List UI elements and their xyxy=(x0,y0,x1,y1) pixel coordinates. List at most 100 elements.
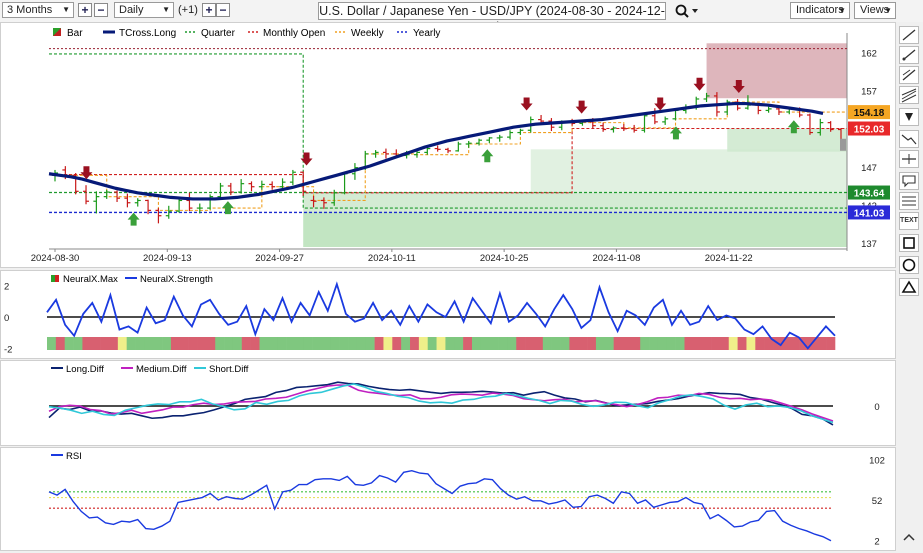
rectangle-tool-button[interactable] xyxy=(899,234,919,252)
neuralx-max-cell xyxy=(401,337,411,350)
neuralx-y-tick: -2 xyxy=(4,344,12,355)
neuralx-max-cell xyxy=(162,337,172,350)
neuralx-max-cell xyxy=(374,337,384,350)
rsi-y-tick: 2 xyxy=(874,537,879,548)
arrow-tool-button[interactable] xyxy=(899,108,919,126)
neuralx-max-strip xyxy=(47,337,836,350)
move-up-button[interactable] xyxy=(902,532,916,545)
callout-tool-button[interactable] xyxy=(899,172,919,190)
price-y-tick: 162 xyxy=(861,48,877,59)
interval-select[interactable]: Daily ▼ xyxy=(114,2,174,18)
triangle-tool-button[interactable] xyxy=(899,278,919,296)
zoom-out-button[interactable]: − xyxy=(94,3,108,17)
neuralx-max-cell xyxy=(259,337,269,350)
buy-arrow xyxy=(481,149,494,163)
neuralx-max-cell xyxy=(410,337,420,350)
trend-tool-button[interactable] xyxy=(899,66,919,84)
neuralx-max-cell xyxy=(480,337,490,350)
neuralx-max-cell xyxy=(179,337,189,350)
yearly-price-badge-label: 141.03 xyxy=(854,208,885,219)
neuralx-max-cell xyxy=(817,337,827,350)
ellipse-icon xyxy=(902,258,916,272)
buy-arrow xyxy=(127,212,140,226)
step-minus-button[interactable]: − xyxy=(216,3,230,17)
chevron-down-icon: ▼ xyxy=(884,6,892,15)
price-chart[interactable]: 1371421471521571622024-08-302024-09-1320… xyxy=(1,23,895,267)
neuralx-max-cell xyxy=(569,337,579,350)
neuralx-max-cell xyxy=(728,337,738,350)
price-x-tick: 2024-10-11 xyxy=(368,253,416,264)
neuralx-max-cell xyxy=(383,337,393,350)
neuralx-max-cell xyxy=(463,337,473,350)
legend-tcross: TCross.Long xyxy=(119,28,176,39)
rsi-chart[interactable]: 2 52 102 RSI xyxy=(1,448,895,550)
horizontal-line-tool-button[interactable] xyxy=(899,150,919,168)
neuralx-max-cell xyxy=(436,337,446,350)
neuralx-chart[interactable]: -2 0 2 NeuralX.Max NeuralX.Strength xyxy=(1,271,895,358)
resistance-zone xyxy=(706,43,847,99)
neuralx-max-cell xyxy=(91,337,101,350)
neuralx-max-cell xyxy=(144,337,154,350)
neuralx-max-cell xyxy=(595,337,606,350)
neuralx-legend: NeuralX.Max NeuralX.Strength xyxy=(51,274,213,285)
rsi-line xyxy=(48,469,832,542)
neuralx-max-cell xyxy=(365,337,375,350)
symbol-title[interactable]: U.S. Dollar / Japanese Yen - USD/JPY (20… xyxy=(318,2,666,34)
last-price-marker xyxy=(840,138,846,151)
neuralx-max-cell xyxy=(294,337,305,350)
ray-tool-button[interactable] xyxy=(899,46,919,64)
neuralx-max-cell xyxy=(241,337,251,350)
triangle-icon xyxy=(901,280,917,293)
neuralx-max-cell xyxy=(312,337,322,350)
neuralx-max-cell xyxy=(427,337,437,350)
range-value: 3 Months xyxy=(7,4,53,16)
ellipse-tool-button[interactable] xyxy=(899,256,919,274)
neuralx-max-cell xyxy=(126,337,136,350)
rsi-panel[interactable]: 2 52 102 RSI xyxy=(0,447,896,551)
sell-arrow xyxy=(654,97,667,111)
search-button[interactable] xyxy=(672,2,702,20)
neuralx-max-cell xyxy=(303,337,313,350)
drawing-toolbar: TEXT xyxy=(896,22,923,551)
fib-tool-button[interactable] xyxy=(899,192,919,210)
neuralx-max-cell xyxy=(268,337,278,350)
neuralx-max-cell xyxy=(117,337,127,350)
neuralx-max-cell xyxy=(533,337,544,350)
neuralx-max-cell xyxy=(286,337,296,350)
views-button[interactable]: Views ▼ xyxy=(854,2,896,19)
ray-icon xyxy=(902,49,916,61)
neuralx-max-cell xyxy=(348,337,358,350)
text-tool-button[interactable]: TEXT xyxy=(899,212,919,230)
neuralx-max-cell xyxy=(250,337,260,350)
range-select[interactable]: 3 Months ▼ xyxy=(2,2,74,18)
indicators-button[interactable]: Indicators ▼ xyxy=(790,2,850,19)
channel-tool-button[interactable] xyxy=(899,86,919,104)
neuralx-max-cell xyxy=(206,337,216,350)
trend-down-tool-button[interactable] xyxy=(899,130,919,148)
price-panel[interactable]: 1371421471521571622024-08-302024-09-1320… xyxy=(0,22,896,268)
quarter-price-badge-label: 143.64 xyxy=(854,189,885,200)
rectangle-icon xyxy=(903,237,915,249)
neuralx-max-cell xyxy=(649,337,659,350)
legend-short-diff: Short.Diff xyxy=(209,364,249,375)
neuralx-max-cell xyxy=(737,337,747,350)
neuralx-max-cell xyxy=(471,337,482,350)
diff-panel[interactable]: 0 Long.Diff Medium.Diff Short.Diff xyxy=(0,360,896,446)
neuralx-max-cell xyxy=(604,337,614,350)
neuralx-panel[interactable]: -2 0 2 NeuralX.Max NeuralX.Strength xyxy=(0,270,896,359)
neuralx-max-cell xyxy=(719,337,730,350)
diff-chart[interactable]: 0 Long.Diff Medium.Diff Short.Diff xyxy=(1,361,895,445)
text-icon: TEXT xyxy=(900,217,918,224)
zoom-in-button[interactable]: + xyxy=(78,3,92,17)
neuralx-max-cell xyxy=(135,337,145,350)
chevron-down-icon: ▼ xyxy=(62,5,70,14)
monthly-zone xyxy=(530,149,847,193)
neuralx-max-cell xyxy=(47,337,57,350)
neuralx-max-cell xyxy=(489,337,499,350)
rsi-axes: 2 52 102 xyxy=(869,455,885,547)
neuralx-max-cell xyxy=(578,337,588,350)
neuralx-max-cell xyxy=(516,337,526,350)
medium-diff-series xyxy=(48,384,834,422)
step-plus-button[interactable]: + xyxy=(202,3,216,17)
line-tool-button[interactable] xyxy=(899,26,919,44)
